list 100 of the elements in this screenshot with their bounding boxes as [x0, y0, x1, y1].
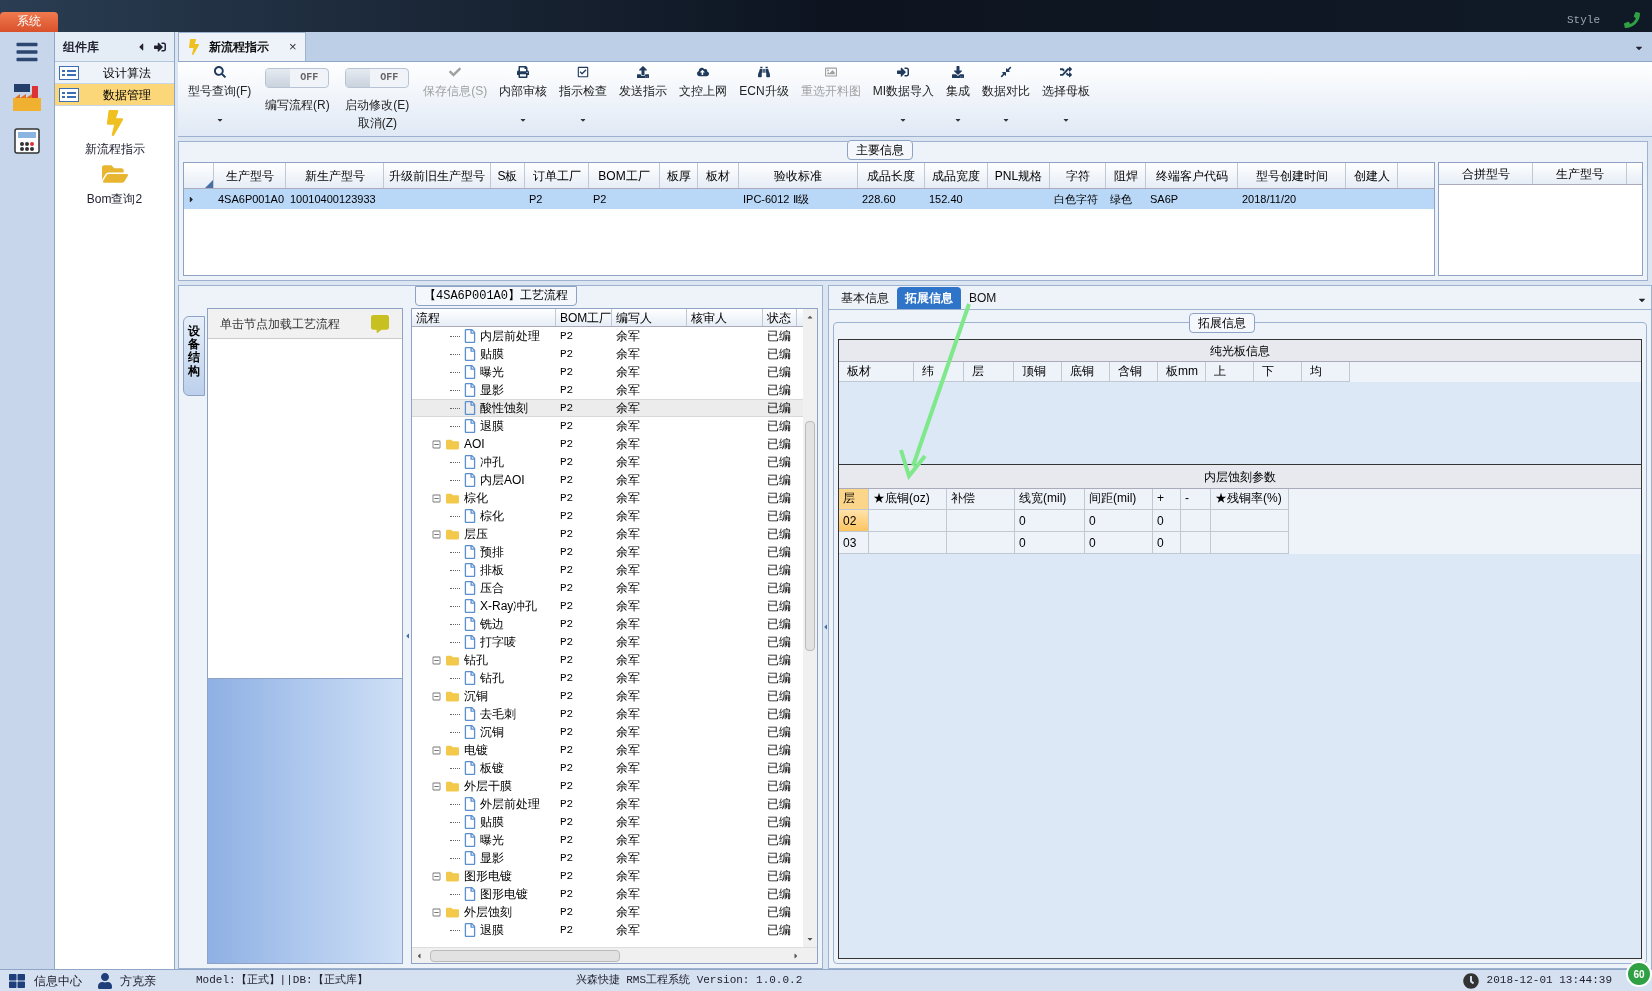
side-tab[interactable]: 设备结构 [183, 316, 205, 396]
splitter-handle-icon[interactable] [823, 623, 828, 631]
tab[interactable]: 基本信息 [833, 287, 897, 309]
column-header[interactable]: 生产型号 [1533, 163, 1627, 184]
toggle-switch[interactable]: OFF [345, 68, 410, 88]
module-button[interactable]: 新流程指示 [55, 110, 174, 158]
column-header[interactable]: 型号创建时间 [1238, 163, 1346, 188]
column-header[interactable]: 顶铜 [1014, 362, 1062, 382]
column-header[interactable]: 验收标准 [739, 163, 858, 188]
column-header[interactable]: PNL规格 [988, 163, 1050, 188]
tree-row[interactable]: 显影 P2 余军 已编 [412, 849, 803, 867]
category-item[interactable]: 数据管理 [55, 84, 174, 106]
tree-row[interactable]: 曝光 P2 余军 已编 [412, 831, 803, 849]
column-header[interactable]: 层 [839, 489, 869, 510]
column-header[interactable]: 新生产型号 [286, 163, 384, 188]
login-icon[interactable] [154, 40, 166, 53]
style-menu[interactable]: Style [1567, 11, 1600, 28]
tree-row[interactable]: 预排 P2 余军 已编 [412, 543, 803, 561]
toolbar-button[interactable]: 文控上网 [673, 62, 734, 132]
tree-row[interactable]: 棕化 P2 余军 已编 [412, 489, 803, 507]
tree-row[interactable]: 铣边 P2 余军 已编 [412, 615, 803, 633]
tree-row[interactable]: 退膜 P2 余军 已编 [412, 921, 803, 939]
tree-row[interactable]: 外层干膜 P2 余军 已编 [412, 777, 803, 795]
document-tab[interactable]: 新流程指示 × [178, 32, 306, 61]
category-item[interactable]: 设计算法 [55, 62, 174, 84]
tree-row[interactable]: 去毛刺 P2 余军 已编 [412, 705, 803, 723]
tree-row[interactable]: 打字唛 P2 余军 已编 [412, 633, 803, 651]
toolbar-button[interactable]: 内部审核 [493, 62, 554, 132]
column-header[interactable]: 底铜 [1062, 362, 1110, 382]
toolbar-button[interactable]: 数据对比 [976, 62, 1036, 132]
tree-row[interactable]: 贴膜 P2 余军 已编 [412, 813, 803, 831]
tree-row[interactable]: 退膜 P2 余军 已编 [412, 417, 803, 435]
tree-row[interactable]: 棕化 P2 余军 已编 [412, 507, 803, 525]
toolbar-button[interactable]: 指示检查 [553, 62, 614, 132]
module-button[interactable]: Bom查询2 [55, 162, 174, 208]
tree-row[interactable]: 电镀 P2 余军 已编 [412, 741, 803, 759]
tree-row[interactable]: 图形电镀 P2 余军 已编 [412, 867, 803, 885]
column-header[interactable]: 板mm [1158, 362, 1206, 382]
column-header[interactable]: 核审人 [687, 309, 763, 326]
column-header[interactable]: 成品长度 [858, 163, 925, 188]
tree-row[interactable]: 压合 P2 余军 已编 [412, 579, 803, 597]
column-header[interactable]: 状态 [763, 309, 797, 326]
column-header[interactable]: 合拼型号 [1439, 163, 1533, 184]
close-button[interactable]: × [289, 37, 297, 57]
tree-row[interactable]: 沉铜 P2 余军 已编 [412, 723, 803, 741]
horizontal-scrollbar[interactable] [412, 947, 817, 963]
tree-row[interactable]: 外层前处理 P2 余军 已编 [412, 795, 803, 813]
column-header[interactable]: 创建人 [1346, 163, 1398, 188]
column-header[interactable]: 阻焊 [1106, 163, 1146, 188]
toolbar-button[interactable]: ECN升级 [733, 62, 795, 132]
tree-row[interactable]: 曝光 P2 余军 已编 [412, 363, 803, 381]
column-header[interactable]: 字符 [1050, 163, 1106, 188]
toolbar-button[interactable]: 发送指示 [613, 62, 674, 132]
toolbar-button[interactable]: 型号查询(F) [182, 62, 258, 132]
tree-row[interactable]: 酸性蚀刻 P2 余军 已编 [412, 399, 803, 417]
tree-row[interactable]: 内层前处理 P2 余军 已编 [412, 327, 803, 345]
tree-row[interactable]: 冲孔 P2 余军 已编 [412, 453, 803, 471]
menu-icon[interactable] [15, 40, 39, 64]
status-link[interactable]: 信息中心 [34, 971, 82, 990]
column-header[interactable]: 纬 [914, 362, 964, 382]
toggle-switch[interactable]: OFF [265, 68, 330, 88]
tree-row[interactable]: 外层蚀刻 P2 余军 已编 [412, 903, 803, 921]
column-header[interactable]: S板 [491, 163, 525, 188]
row-header[interactable]: 03 [839, 532, 869, 554]
toolbar-button[interactable]: 集成 [940, 62, 976, 132]
tree-row[interactable]: 贴膜 P2 余军 已编 [412, 345, 803, 363]
tree-row[interactable]: 钻孔 P2 余军 已编 [412, 651, 803, 669]
column-header[interactable]: 板厚 [660, 163, 698, 188]
tree-row[interactable]: 排板 P2 余军 已编 [412, 561, 803, 579]
row-header[interactable]: 02 [839, 510, 869, 532]
column-header[interactable]: 升级前旧生产型号 [384, 163, 491, 188]
corner-triangle-icon[interactable] [205, 180, 213, 188]
toolbar-button[interactable]: 选择母板 [1036, 62, 1096, 132]
column-header[interactable]: 成品宽度 [925, 163, 988, 188]
column-header[interactable]: BOM工厂 [589, 163, 660, 188]
toolbar-button[interactable]: MI数据导入 [866, 62, 940, 132]
tab[interactable]: 拓展信息 [897, 287, 961, 309]
tree-row[interactable]: 图形电镀 P2 余军 已编 [412, 885, 803, 903]
column-header[interactable]: 板材 [698, 163, 739, 188]
tree-row[interactable]: 沉铜 P2 余军 已编 [412, 687, 803, 705]
column-header[interactable]: 编写人 [612, 309, 687, 326]
tree-row[interactable]: 层压 P2 余军 已编 [412, 525, 803, 543]
calculator-icon[interactable] [12, 126, 42, 156]
table-row[interactable]: 4SA6P001A0 10010400123933 P2 P2 IPC-6012 Ⅱ级 228.60 152.40 白色字符 绿色 SA6P 2018/11/20 [184, 189, 1434, 209]
column-header[interactable]: 生产型号 [214, 163, 286, 188]
column-header[interactable]: 终端客户代码 [1146, 163, 1238, 188]
tree-row[interactable]: 钻孔 P2 余军 已编 [412, 669, 803, 687]
tab[interactable]: BOM [961, 287, 1005, 309]
column-header[interactable]: BOM工厂 [556, 309, 612, 326]
column-header[interactable]: 均 [1302, 362, 1350, 382]
splitter-handle-icon[interactable] [404, 632, 410, 640]
tree-row[interactable]: X-Ray冲孔 P2 余军 已编 [412, 597, 803, 615]
column-header[interactable]: 流程 [412, 309, 556, 326]
tree-row[interactable]: 板镀 P2 余军 已编 [412, 759, 803, 777]
tree-row[interactable]: 显影 P2 余军 已编 [412, 381, 803, 399]
column-header[interactable]: 层 [964, 362, 1014, 382]
column-header[interactable]: 下 [1254, 362, 1302, 382]
vertical-scrollbar[interactable] [803, 309, 817, 947]
column-header[interactable]: 订单工厂 [525, 163, 589, 188]
column-header[interactable]: 上 [1206, 362, 1254, 382]
